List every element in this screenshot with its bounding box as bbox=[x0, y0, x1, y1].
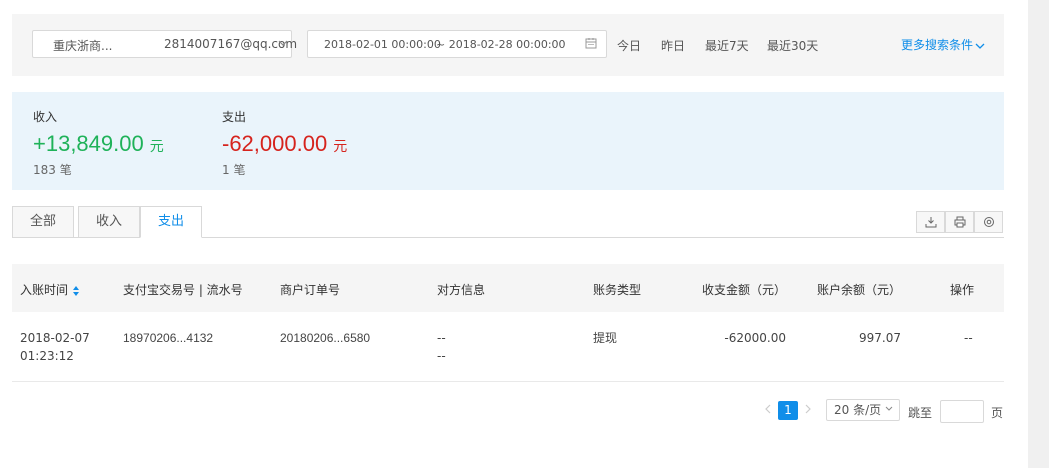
page-scrollbar[interactable] bbox=[1028, 0, 1049, 468]
column-header-order-no: 商户订单号 bbox=[280, 283, 341, 297]
account-select[interactable]: 重庆浙商... 2814007167@qq.com bbox=[32, 30, 297, 58]
expense-amount: -62,000.00 元 bbox=[222, 131, 347, 157]
download-button[interactable] bbox=[916, 211, 945, 233]
jump-to-label: 跳至 bbox=[908, 406, 933, 420]
settings-icon bbox=[984, 217, 994, 227]
date-end: ~ 2018-02-28 00:00:00 bbox=[436, 38, 566, 51]
income-amount-value: +13,849.00 bbox=[33, 131, 144, 156]
page-size-value: 20 条/页 bbox=[834, 403, 882, 417]
date-start: 2018-02-01 00:00:00 bbox=[324, 38, 441, 51]
prev-page-icon[interactable] bbox=[763, 402, 773, 416]
income-amount: +13,849.00 元 bbox=[33, 131, 164, 157]
table-header: 入账时间 支付宝交易号 | 流水号 商户订单号 对方信息 账务类型 收支金额（元… bbox=[12, 264, 1004, 312]
row-balance: 997.07 bbox=[859, 331, 901, 345]
row-counterparty-1: -- bbox=[437, 331, 446, 345]
page-size-select[interactable]: 20 条/页 bbox=[826, 399, 900, 421]
row-trade-no[interactable]: 18970206...4132 bbox=[123, 329, 213, 347]
row-order-no[interactable]: 20180206...6580 bbox=[280, 329, 370, 347]
download-icon bbox=[925, 217, 937, 228]
filter-bar: 重庆浙商... 2814007167@qq.com 2018-02-01 00:… bbox=[12, 14, 1004, 76]
row-amount: -62000.00 bbox=[724, 331, 786, 345]
expense-summary: 支出 -62,000.00 元 1 笔 bbox=[222, 108, 347, 178]
expense-amount-value: -62,000.00 bbox=[222, 131, 328, 156]
next-page-icon[interactable] bbox=[803, 402, 813, 416]
chevron-down-icon bbox=[885, 406, 893, 411]
quick-range-7-days[interactable]: 最近7天 bbox=[705, 37, 749, 54]
date-range-picker[interactable]: 2018-02-01 00:00:00 ~ 2018-02-28 00:00:0… bbox=[307, 30, 607, 58]
quick-range-30-days[interactable]: 最近30天 bbox=[767, 37, 818, 54]
column-header-trade-no: 支付宝交易号 | 流水号 bbox=[123, 283, 243, 297]
column-header-time-label: 入账时间 bbox=[20, 283, 69, 297]
page-unit-label: 页 bbox=[991, 406, 1004, 420]
account-name: 重庆浙商... bbox=[53, 39, 113, 53]
row-action: -- bbox=[964, 331, 973, 345]
row-time-cell: 2018-02-07 01:23:12 bbox=[20, 329, 90, 365]
expense-unit: 元 bbox=[333, 138, 348, 154]
settings-button[interactable] bbox=[974, 211, 1003, 233]
row-date: 2018-02-07 bbox=[20, 331, 90, 345]
row-counterparty-2: -- bbox=[437, 349, 446, 363]
column-header-time[interactable]: 入账时间 bbox=[20, 281, 80, 298]
expense-count: 1 笔 bbox=[222, 163, 246, 177]
tab-expense[interactable]: 支出 bbox=[140, 206, 202, 238]
table-row: 2018-02-07 01:23:12 18970206...4132 2018… bbox=[12, 312, 1004, 382]
print-icon bbox=[954, 216, 966, 228]
column-header-counterparty: 对方信息 bbox=[437, 283, 486, 297]
calendar-icon bbox=[585, 38, 597, 49]
expense-label: 支出 bbox=[222, 110, 247, 124]
quick-range-yesterday[interactable]: 昨日 bbox=[661, 37, 685, 54]
chevron-down-icon bbox=[278, 40, 288, 46]
column-header-type: 账务类型 bbox=[593, 283, 642, 297]
income-unit: 元 bbox=[149, 138, 164, 154]
column-header-action: 操作 bbox=[950, 283, 975, 297]
row-type: 提现 bbox=[593, 331, 618, 345]
print-button[interactable] bbox=[945, 211, 974, 233]
tab-all[interactable]: 全部 bbox=[12, 206, 74, 238]
column-header-balance: 账户余额（元） bbox=[817, 283, 902, 297]
income-summary: 收入 +13,849.00 元 183 笔 bbox=[33, 108, 164, 178]
row-time: 01:23:12 bbox=[20, 349, 74, 363]
tab-income[interactable]: 收入 bbox=[78, 206, 140, 238]
sort-icon[interactable] bbox=[72, 285, 80, 297]
jump-to-page-input[interactable] bbox=[940, 400, 984, 423]
summary-panel: 收入 +13,849.00 元 183 笔 支出 -62,000.00 元 1 笔 bbox=[12, 92, 1004, 190]
income-count: 183 笔 bbox=[33, 163, 72, 177]
quick-range-today[interactable]: 今日 bbox=[617, 37, 641, 54]
page-1-button[interactable]: 1 bbox=[778, 401, 798, 420]
more-search-conditions-label: 更多搜索条件 bbox=[901, 38, 974, 52]
column-header-amount: 收支金额（元） bbox=[702, 283, 787, 297]
chevron-down-icon bbox=[975, 43, 985, 49]
income-label: 收入 bbox=[33, 110, 58, 124]
row-counterparty-cell: -- -- bbox=[437, 329, 446, 365]
more-search-conditions-link[interactable]: 更多搜索条件 bbox=[901, 36, 985, 53]
